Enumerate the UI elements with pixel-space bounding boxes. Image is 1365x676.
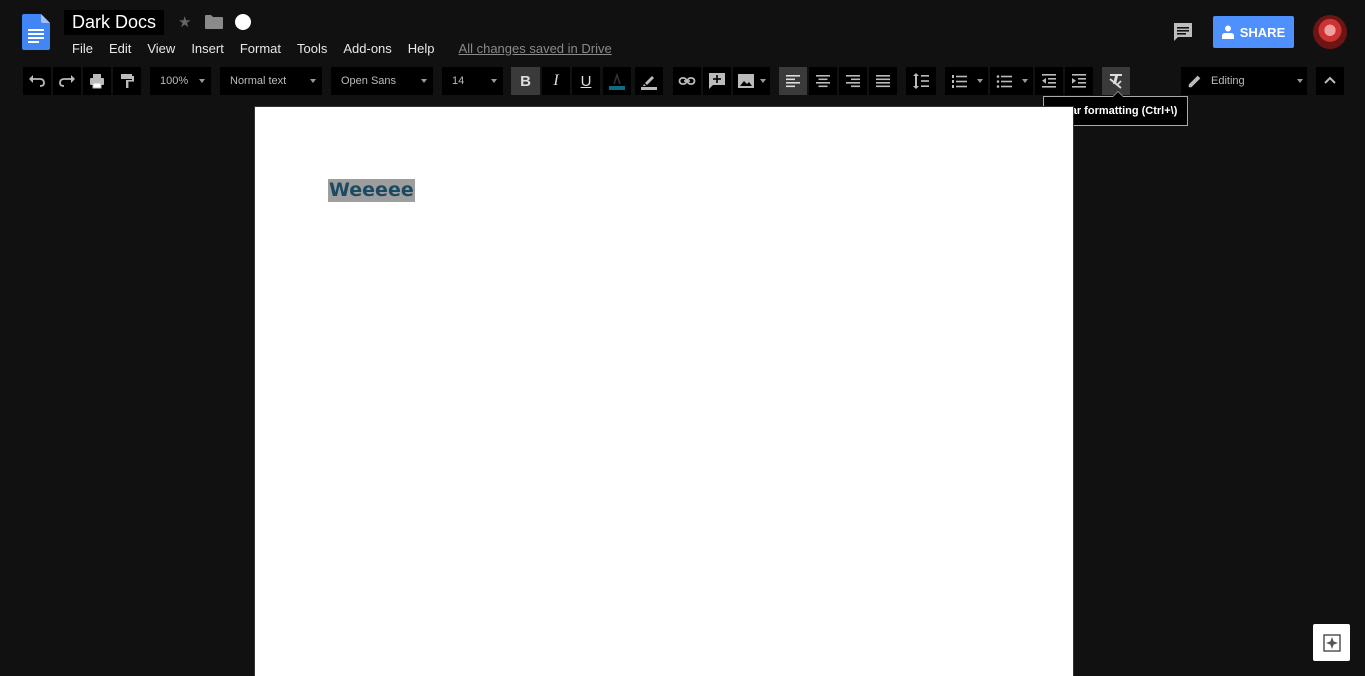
menu-edit[interactable]: Edit bbox=[101, 41, 139, 56]
highlight-icon bbox=[641, 76, 657, 90]
zoom-value: 100% bbox=[160, 75, 189, 87]
chevron-down-icon bbox=[760, 79, 766, 83]
chevron-down-icon bbox=[491, 79, 497, 83]
align-left-icon bbox=[786, 75, 800, 88]
status-circle-icon[interactable] bbox=[235, 14, 251, 30]
editing-mode-label: Editing bbox=[1211, 75, 1245, 87]
bulleted-list-icon bbox=[996, 75, 1012, 88]
insert-comment-button[interactable] bbox=[703, 67, 731, 95]
folder-icon[interactable] bbox=[205, 15, 223, 29]
chevron-down-icon bbox=[310, 79, 316, 83]
bold-icon: B bbox=[520, 72, 531, 90]
chevron-up-icon bbox=[1324, 76, 1336, 84]
menu-help[interactable]: Help bbox=[400, 41, 443, 56]
zoom-dropdown[interactable]: 100% bbox=[150, 67, 211, 95]
paint-format-icon bbox=[121, 74, 134, 88]
menu-format[interactable]: Format bbox=[232, 41, 289, 56]
editing-mode-dropdown[interactable]: Editing bbox=[1181, 67, 1307, 95]
bold-button[interactable]: B bbox=[511, 67, 540, 95]
menu-tools[interactable]: Tools bbox=[289, 41, 335, 56]
docs-logo-icon[interactable] bbox=[22, 14, 50, 50]
star-icon[interactable]: ★ bbox=[178, 13, 191, 31]
highlight-color-button[interactable] bbox=[635, 67, 663, 95]
document-text[interactable]: Weeeee bbox=[328, 179, 415, 202]
align-right-icon bbox=[846, 75, 860, 88]
align-right-button[interactable] bbox=[839, 67, 867, 95]
italic-icon: I bbox=[553, 72, 559, 89]
undo-icon bbox=[29, 75, 45, 87]
save-status-link[interactable]: All changes saved in Drive bbox=[459, 41, 612, 56]
justify-icon bbox=[876, 75, 890, 88]
font-value: Open Sans bbox=[341, 75, 397, 87]
menu-file[interactable]: File bbox=[64, 41, 101, 56]
style-value: Normal text bbox=[230, 75, 287, 87]
justify-button[interactable] bbox=[869, 67, 897, 95]
chevron-down-icon bbox=[1022, 79, 1028, 83]
print-button[interactable] bbox=[83, 67, 111, 95]
chevron-down-icon bbox=[199, 79, 205, 83]
font-size-dropdown[interactable]: 14 bbox=[442, 67, 503, 95]
print-icon bbox=[90, 74, 104, 89]
person-icon bbox=[1221, 25, 1234, 39]
numbered-list-button[interactable] bbox=[945, 67, 988, 95]
text-color-icon bbox=[609, 72, 625, 90]
decrease-indent-icon bbox=[1042, 74, 1056, 88]
text-color-button[interactable] bbox=[603, 67, 631, 95]
chevron-down-icon bbox=[977, 79, 983, 83]
insert-image-button[interactable] bbox=[733, 67, 770, 95]
increase-indent-icon bbox=[1072, 74, 1086, 88]
font-size-value: 14 bbox=[452, 75, 465, 87]
underline-icon: U bbox=[580, 72, 592, 90]
pencil-icon bbox=[1188, 75, 1201, 88]
style-dropdown[interactable]: Normal text bbox=[220, 67, 322, 95]
toolbar: 100% Normal text Open Sans 14 B I U Edit… bbox=[0, 67, 1365, 95]
image-icon bbox=[738, 74, 754, 88]
document-title-input[interactable]: Dark Docs bbox=[64, 10, 165, 35]
explore-button[interactable] bbox=[1313, 624, 1350, 661]
decrease-indent-button[interactable] bbox=[1035, 67, 1063, 95]
avatar[interactable] bbox=[1313, 15, 1347, 49]
numbered-list-icon bbox=[952, 75, 967, 88]
chevron-down-icon bbox=[1297, 79, 1303, 83]
chevron-down-icon bbox=[421, 79, 427, 83]
explore-icon bbox=[1322, 633, 1341, 652]
increase-indent-button[interactable] bbox=[1065, 67, 1093, 95]
add-comment-icon bbox=[709, 73, 725, 89]
comments-icon[interactable] bbox=[1172, 21, 1194, 43]
align-left-button[interactable] bbox=[779, 67, 807, 95]
insert-link-button[interactable] bbox=[673, 67, 701, 95]
bulleted-list-button[interactable] bbox=[990, 67, 1033, 95]
document-page[interactable]: Weeeee bbox=[255, 107, 1073, 676]
align-center-icon bbox=[816, 75, 830, 88]
line-spacing-icon bbox=[913, 73, 929, 89]
clear-formatting-icon bbox=[1109, 74, 1122, 89]
font-dropdown[interactable]: Open Sans bbox=[331, 67, 433, 95]
share-button[interactable]: SHARE bbox=[1213, 16, 1294, 48]
link-icon bbox=[678, 77, 696, 85]
collapse-menus-button[interactable] bbox=[1316, 67, 1344, 95]
undo-button[interactable] bbox=[23, 67, 51, 95]
line-spacing-button[interactable] bbox=[906, 67, 936, 95]
menu-view[interactable]: View bbox=[139, 41, 183, 56]
menu-addons[interactable]: Add-ons bbox=[335, 41, 399, 56]
underline-button[interactable]: U bbox=[572, 67, 600, 95]
align-center-button[interactable] bbox=[809, 67, 837, 95]
menu-insert[interactable]: Insert bbox=[183, 41, 232, 56]
redo-button[interactable] bbox=[53, 67, 81, 95]
paint-format-button[interactable] bbox=[113, 67, 141, 95]
share-label: SHARE bbox=[1239, 24, 1286, 40]
app-window: Dark Docs ★ File Edit View Insert Format… bbox=[0, 0, 1365, 676]
redo-icon bbox=[59, 75, 75, 87]
menu-bar: File Edit View Insert Format Tools Add-o… bbox=[64, 39, 612, 57]
italic-button[interactable]: I bbox=[542, 67, 570, 95]
